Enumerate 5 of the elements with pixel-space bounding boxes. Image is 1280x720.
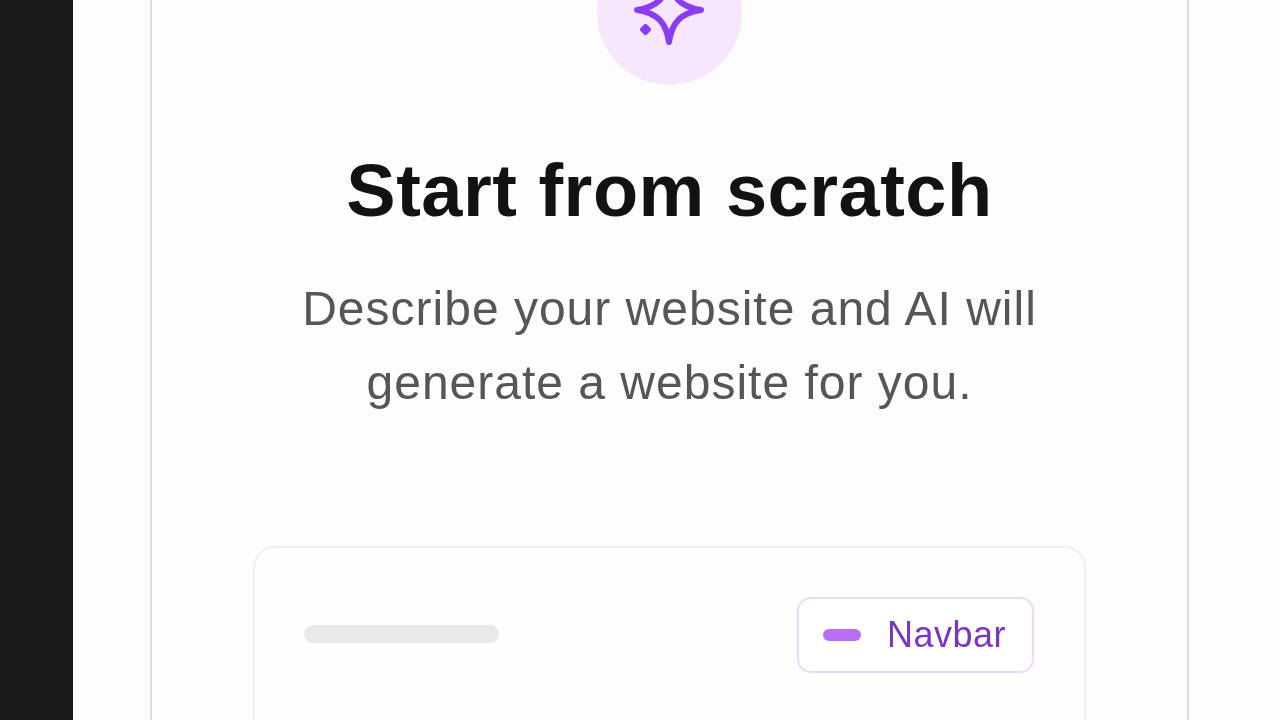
dash-icon xyxy=(822,628,861,641)
tag-label: Navbar xyxy=(886,613,1006,656)
description-text: Describe your website and AI will generate a website for you. xyxy=(301,280,1038,411)
page-title: Start from scratch xyxy=(346,148,993,234)
section-tag[interactable]: Navbar xyxy=(796,596,1034,673)
